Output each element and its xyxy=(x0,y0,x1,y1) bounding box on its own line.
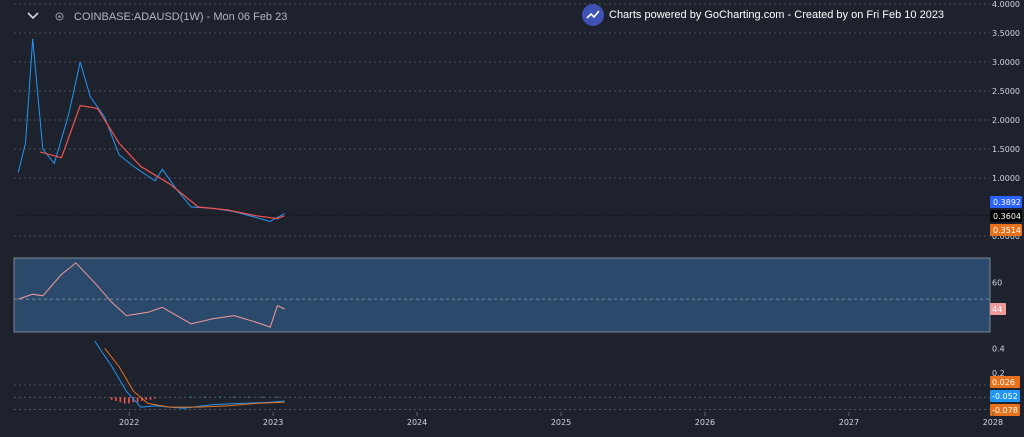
macd-histogram-bar xyxy=(136,397,139,403)
macd-histogram-bar xyxy=(119,397,122,403)
dot-icon[interactable] xyxy=(55,12,64,21)
macd-histogram-bar xyxy=(110,397,113,400)
y-tick-label: 2.5000 xyxy=(992,87,1020,96)
x-tick-label: 2025 xyxy=(551,418,571,427)
chart-canvas[interactable]: 4.0000 3.5000 3.0000 2.5000 2.0000 1.5000 1.00… xyxy=(0,0,1024,437)
macd-histogram-bar xyxy=(115,397,117,401)
y-tick-label: 3.0000 xyxy=(992,58,1020,67)
price-series xyxy=(17,38,285,223)
x-tick-label: 2024 xyxy=(407,418,427,427)
macd-tag-label: -0.078 xyxy=(992,406,1018,415)
price-tag-label: 0.3604 xyxy=(993,212,1021,221)
macd-line xyxy=(94,340,285,409)
price-tag-label: 0.3514 xyxy=(993,226,1021,235)
price-tag-label: 0.3892 xyxy=(993,198,1021,207)
macd-histogram-bar xyxy=(276,396,279,398)
moving-average-series xyxy=(39,104,285,220)
macd-histogram-bar xyxy=(154,397,156,399)
x-tick-label: 2027 xyxy=(839,418,859,427)
oscillator-tag-label: 44 xyxy=(992,305,1002,314)
macd-histogram-bar xyxy=(149,397,152,400)
y-tick-label: 0.4 xyxy=(992,344,1005,353)
macd-signal-line xyxy=(104,347,285,408)
y-tick-label: 4.0000 xyxy=(992,0,1020,9)
oscillator-panel xyxy=(13,257,991,333)
y-tick-label: 1.5000 xyxy=(992,145,1020,154)
macd-histogram-bar xyxy=(190,396,192,398)
macd-histogram-bar xyxy=(262,396,264,398)
chevron-down-icon[interactable] xyxy=(26,9,40,23)
macd-tag-label: -0.052 xyxy=(992,392,1018,401)
credit-text: Charts powered by GoCharting.com - Creat… xyxy=(609,9,945,21)
y-tick-label: 60 xyxy=(992,279,1002,288)
macd-histogram-bar xyxy=(123,397,126,404)
x-tick-label: 2023 xyxy=(263,418,283,427)
credit-banner: Charts powered by GoCharting.com - Creat… xyxy=(582,4,944,26)
x-tick-label: 2022 xyxy=(119,418,139,427)
macd-histogram-bar xyxy=(204,396,207,398)
trend-up-icon xyxy=(582,4,604,26)
y-tick-label: 3.5000 xyxy=(992,29,1020,38)
x-tick-label: 2026 xyxy=(695,418,715,427)
x-tick-label: 2028 xyxy=(983,418,1003,427)
symbol-title: COINBASE:ADAUSD(1W) - Mon 06 Feb 23 xyxy=(74,11,288,23)
macd-histogram-bar xyxy=(218,396,221,398)
macd-histogram-bar xyxy=(128,397,130,404)
macd-histogram-bar xyxy=(145,397,148,400)
macd-histogram-bar xyxy=(233,396,235,398)
macd-histogram-bar xyxy=(247,396,250,398)
y-tick-label: 2.0000 xyxy=(992,116,1020,125)
y-tick-label: 1.0000 xyxy=(992,174,1020,183)
macd-tag-label: 0.026 xyxy=(992,378,1015,387)
